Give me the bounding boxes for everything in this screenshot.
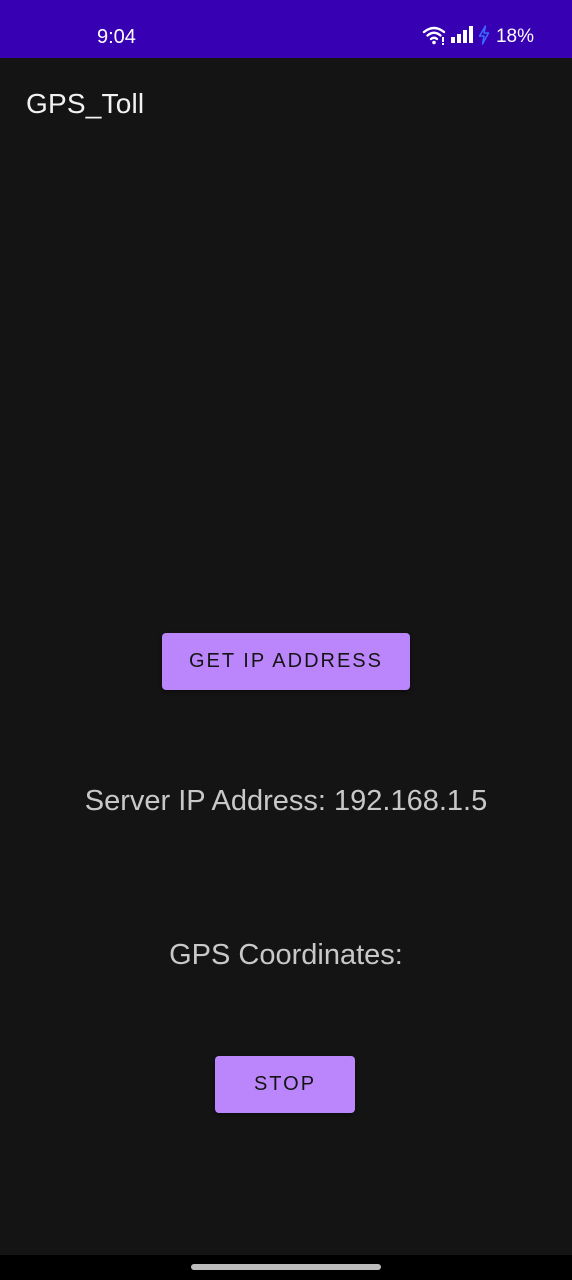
server-ip-text: Server IP Address: 192.168.1.5	[84, 785, 488, 817]
signal-icon	[450, 25, 474, 49]
home-indicator[interactable]	[191, 1264, 381, 1270]
gps-coordinates-text: GPS Coordinates:	[169, 939, 403, 971]
charging-bolt-icon	[478, 24, 490, 50]
get-ip-address-button[interactable]: GET IP ADDRESS	[162, 633, 410, 690]
status-bar: 9:04 18%	[0, 0, 572, 58]
battery-percent: 18%	[495, 26, 534, 47]
navigation-bar	[0, 1255, 572, 1280]
wifi-icon	[422, 25, 446, 50]
status-icons: 18%	[422, 24, 534, 50]
stop-button[interactable]: STOP	[215, 1056, 355, 1113]
status-time: 9:04	[97, 26, 136, 48]
app-title: GPS_Toll	[26, 88, 145, 119]
